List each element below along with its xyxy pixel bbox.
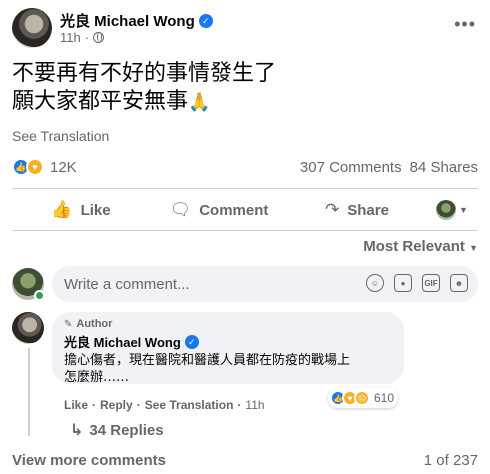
comments-footer: View more comments 1 of 237: [12, 452, 478, 469]
composer-icons: ☺ ● GIF ☻: [366, 274, 468, 292]
dot-separator: ·: [84, 30, 90, 45]
see-translation-link[interactable]: See Translation: [12, 128, 109, 144]
share-label: Share: [347, 201, 389, 219]
commenter-avatar[interactable]: [12, 312, 44, 344]
author-badge: ✎ Author: [64, 318, 392, 330]
globe-icon: [93, 32, 105, 43]
author-line: 光良 Michael Wong ✓: [60, 10, 213, 31]
emoji-icon[interactable]: ☺: [366, 274, 384, 292]
sticker-icon[interactable]: ☻: [450, 274, 468, 292]
share-icon: ↷: [325, 200, 340, 219]
post-time[interactable]: 11h: [60, 30, 81, 45]
divider: [12, 230, 478, 231]
post-text-line: 不要再有不好的事情發生了: [12, 61, 277, 86]
like-label: Like: [80, 201, 111, 219]
viewer-avatar: [436, 200, 457, 220]
commenter-name[interactable]: 光良 Michael Wong: [64, 332, 181, 351]
replies-label: 34 Replies: [89, 421, 164, 439]
view-more-comments-link[interactable]: View more comments: [12, 452, 166, 469]
sort-label: Most Relevant: [363, 238, 465, 255]
author-badge-label: Author: [76, 318, 113, 330]
commenter-line: 光良 Michael Wong ✓: [64, 332, 392, 351]
reply-arrow-icon: ↳: [70, 422, 84, 439]
comment-translation-link[interactable]: See Translation: [145, 398, 234, 412]
dot-separator: ·: [92, 398, 97, 412]
more-icon[interactable]: •••: [454, 14, 476, 35]
post-text: 不要再有不好的事情發生了 願大家都平安無事🙏: [12, 60, 276, 117]
camera-icon[interactable]: ●: [394, 274, 412, 292]
dot-separator: ·: [136, 398, 141, 412]
thumbs-up-icon: 👍: [51, 200, 73, 219]
reaction-icons[interactable]: 👍 ♥: [12, 158, 44, 176]
dot-separator: ·: [237, 398, 242, 412]
sad-reaction-icon: ☹: [354, 390, 370, 406]
comment-reaction-count: 610: [374, 391, 395, 405]
post-stats: 👍 ♥ 12K 307 Comments 84 Shares: [12, 156, 478, 178]
post-header: 光良 Michael Wong ✓ 11h · •••: [12, 8, 478, 50]
view-replies-button[interactable]: ↳ 34 Replies: [70, 420, 164, 440]
comment-label: Comment: [199, 201, 269, 219]
online-status-dot: [34, 290, 45, 301]
action-bar: 👍 Like 🗨 Comment ↷ Share ▼: [12, 192, 478, 228]
verified-icon: ✓: [198, 13, 213, 28]
comment-time[interactable]: 11h: [245, 398, 264, 412]
comment-text-line: 怎麼辦……: [64, 370, 130, 385]
reaction-count[interactable]: 12K: [50, 159, 77, 176]
comment-bubble: ✎ Author 光良 Michael Wong ✓ 擔心傷者，現在醫院和醫護人…: [52, 312, 404, 386]
comment-reactions[interactable]: 👍 ♥ ☹ 610: [328, 388, 399, 408]
like-button[interactable]: 👍 Like: [12, 193, 150, 227]
audience-selector[interactable]: ▼: [426, 200, 478, 220]
comment-composer: ☺ ● GIF ☻: [12, 266, 478, 302]
comment-page-count: 1 of 237: [423, 452, 478, 469]
divider: [12, 188, 478, 189]
gif-icon[interactable]: GIF: [422, 274, 440, 292]
comment-like-link[interactable]: Like: [64, 398, 88, 412]
chevron-down-icon: ▼: [469, 243, 478, 253]
comment-sort-dropdown[interactable]: Most Relevant ▼: [363, 238, 478, 255]
chevron-down-icon: ▼: [459, 205, 468, 215]
share-count[interactable]: 84 Shares: [410, 159, 478, 176]
comment-text-line: 擔心傷者，現在醫院和醫護人員都在防疫的戰場上: [64, 353, 351, 368]
post-meta: 11h ·: [60, 30, 105, 45]
comment-icon: 🗨: [169, 200, 192, 219]
share-button[interactable]: ↷ Share: [288, 193, 426, 227]
comment-actions: Like · Reply · See Translation · 11h: [64, 398, 265, 412]
thread-line: [28, 348, 30, 436]
comment-button[interactable]: 🗨 Comment: [150, 193, 288, 227]
pen-icon: ✎: [64, 318, 73, 330]
comment-count[interactable]: 307 Comments: [300, 159, 402, 176]
post-text-line: 願大家都平安無事: [12, 89, 189, 114]
author-avatar[interactable]: [12, 8, 52, 48]
author-name[interactable]: 光良 Michael Wong: [60, 10, 195, 31]
stats-right: 307 Comments 84 Shares: [300, 159, 478, 176]
comment-reply-link[interactable]: Reply: [100, 398, 133, 412]
comment-text: 擔心傷者，現在醫院和醫護人員都在防疫的戰場上 怎麼辦……: [64, 352, 392, 386]
care-reaction-icon: ♥: [26, 158, 44, 176]
pray-icon: 🙏: [188, 92, 211, 113]
verified-icon: ✓: [184, 334, 199, 349]
